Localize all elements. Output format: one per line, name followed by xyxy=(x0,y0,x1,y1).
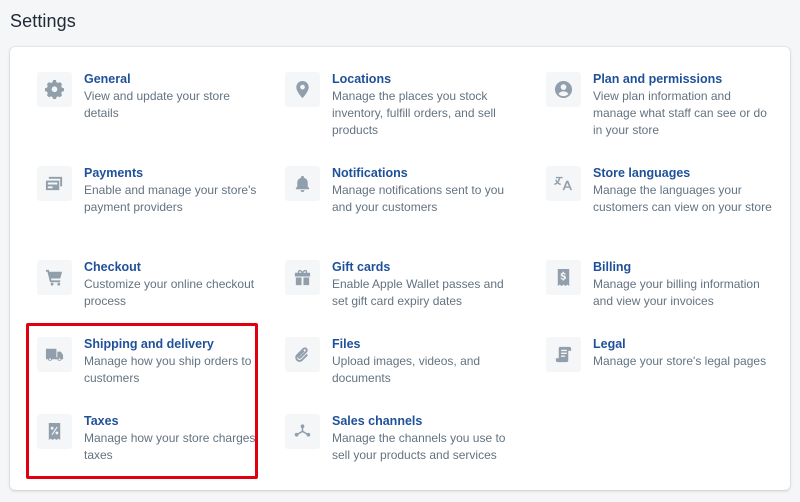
scroll-icon xyxy=(546,337,581,372)
settings-item-description: Enable and manage your store's payment p… xyxy=(84,183,257,214)
settings-item-title[interactable]: Billing xyxy=(593,259,773,275)
user-circle-icon xyxy=(546,72,581,107)
paperclip-icon xyxy=(285,337,320,372)
settings-item-title[interactable]: General xyxy=(84,71,264,87)
channels-icon xyxy=(285,414,320,449)
settings-item-description: Customize your online checkout process xyxy=(84,277,255,308)
settings-item-description: Manage notifications sent to you and you… xyxy=(332,183,505,214)
gear-icon xyxy=(37,72,72,107)
location-pin-icon xyxy=(285,72,320,107)
translate-icon xyxy=(546,166,581,201)
settings-item-description: Manage the languages your customers can … xyxy=(593,183,772,214)
gift-icon xyxy=(285,260,320,295)
settings-item-title[interactable]: Payments xyxy=(84,165,264,181)
settings-item-title[interactable]: Notifications xyxy=(332,165,512,181)
settings-item-description: Enable Apple Wallet passes and set gift … xyxy=(332,277,504,308)
settings-item-title[interactable]: Sales channels xyxy=(332,413,512,429)
settings-item-description: View plan information and manage what st… xyxy=(593,89,767,137)
settings-item-description: Manage your billing information and view… xyxy=(593,277,760,308)
settings-item-description: Manage your store's legal pages xyxy=(593,354,767,368)
settings-item-description: Upload images, videos, and documents xyxy=(332,354,481,385)
settings-item-title[interactable]: Gift cards xyxy=(332,259,512,275)
settings-item-description: Manage the places you stock inventory, f… xyxy=(332,89,496,137)
settings-item-title[interactable]: Store languages xyxy=(593,165,773,181)
settings-item-title[interactable]: Locations xyxy=(332,71,512,87)
settings-item-title[interactable]: Taxes xyxy=(84,413,264,429)
settings-item-description: Manage how your store charges taxes xyxy=(84,431,256,462)
cart-icon xyxy=(37,260,72,295)
settings-item-description: Manage how you ship orders to customers xyxy=(84,354,252,385)
settings-item-description: View and update your store details xyxy=(84,89,230,120)
dollar-receipt-icon xyxy=(546,260,581,295)
settings-item-title[interactable]: Checkout xyxy=(84,259,264,275)
page-title: Settings xyxy=(10,11,76,31)
settings-item-title[interactable]: Shipping and delivery xyxy=(84,336,264,352)
tax-receipt-icon xyxy=(37,414,72,449)
payment-card-icon xyxy=(37,166,72,201)
settings-item-title[interactable]: Files xyxy=(332,336,512,352)
truck-icon xyxy=(37,337,72,372)
settings-item-description: Manage the channels you use to sell your… xyxy=(332,431,506,462)
bell-icon xyxy=(285,166,320,201)
settings-item-title[interactable]: Legal xyxy=(593,336,773,352)
settings-item-title[interactable]: Plan and permissions xyxy=(593,71,773,87)
